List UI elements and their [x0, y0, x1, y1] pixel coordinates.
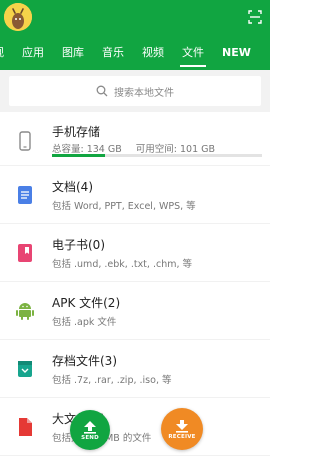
- list-item-archives[interactable]: 存档文件(3) 包括 .7z, .rar, .zip, .iso, 等: [0, 340, 270, 398]
- documents-title: 文档(4): [52, 180, 93, 194]
- upload-icon: [84, 420, 96, 434]
- send-label: SEND: [81, 434, 99, 441]
- send-button[interactable]: SEND: [70, 410, 110, 450]
- archives-subtitle: 包括 .7z, .rar, .zip, .iso, 等: [52, 375, 172, 386]
- tab-video[interactable]: 视频: [133, 40, 173, 70]
- phone-icon: [19, 131, 31, 151]
- app-header: 视 应用 图库 音乐 视频 文件 NEW: [0, 0, 270, 70]
- search-icon: [96, 85, 108, 97]
- documents-subtitle: 包括 Word, PPT, Excel, WPS, 等: [52, 201, 196, 212]
- list-item-apk[interactable]: APK 文件(2) 包括 .apk 文件: [0, 282, 270, 340]
- storage-progress-bar: [52, 154, 262, 157]
- file-category-list: 手机存储 总容量: 134 GB 可用空间: 101 GB 文档(4) 包括 Wo…: [0, 112, 270, 456]
- list-item-large-files[interactable]: 大文件(3) 包括大于50 MB 的文件: [0, 398, 270, 456]
- tab-gallery[interactable]: 图库: [53, 40, 93, 70]
- tab-video-partial[interactable]: 视: [0, 40, 13, 70]
- scan-icon[interactable]: [248, 10, 262, 24]
- archive-icon: [18, 361, 32, 377]
- avatar[interactable]: [4, 3, 32, 31]
- receive-button[interactable]: RECEIVE: [161, 408, 203, 450]
- android-icon: [16, 303, 34, 320]
- apk-subtitle: 包括 .apk 文件: [52, 317, 117, 328]
- storage-details: 总容量: 134 GB 可用空间: 101 GB: [52, 141, 215, 155]
- list-item-ebooks[interactable]: 电子书(0) 包括 .umd, .ebk, .txt, .chm, 等: [0, 224, 270, 282]
- search-placeholder: 搜索本地文件: [114, 87, 174, 99]
- search-input[interactable]: 搜索本地文件: [9, 76, 261, 106]
- tab-new[interactable]: NEW: [213, 40, 260, 70]
- download-icon: [176, 419, 188, 433]
- archives-title: 存档文件(3): [52, 354, 117, 368]
- ebook-icon: [18, 244, 32, 262]
- receive-label: RECEIVE: [168, 433, 196, 440]
- ebooks-title: 电子书(0): [52, 238, 105, 252]
- document-icon: [18, 186, 32, 204]
- list-item-phone-storage[interactable]: 手机存储 总容量: 134 GB 可用空间: 101 GB: [0, 112, 270, 166]
- tab-files[interactable]: 文件: [173, 40, 213, 70]
- list-item-documents[interactable]: 文档(4) 包括 Word, PPT, Excel, WPS, 等: [0, 166, 270, 224]
- storage-title: 手机存储: [52, 125, 101, 139]
- large-file-icon: [19, 418, 32, 436]
- search-area: 搜索本地文件: [0, 70, 270, 112]
- ebooks-subtitle: 包括 .umd, .ebk, .txt, .chm, 等: [52, 259, 193, 270]
- tab-apps[interactable]: 应用: [13, 40, 53, 70]
- tab-music[interactable]: 音乐: [93, 40, 133, 70]
- tab-bar: 视 应用 图库 音乐 视频 文件 NEW: [0, 40, 270, 70]
- apk-title: APK 文件(2): [52, 296, 121, 310]
- storage-progress-fill: [52, 154, 105, 157]
